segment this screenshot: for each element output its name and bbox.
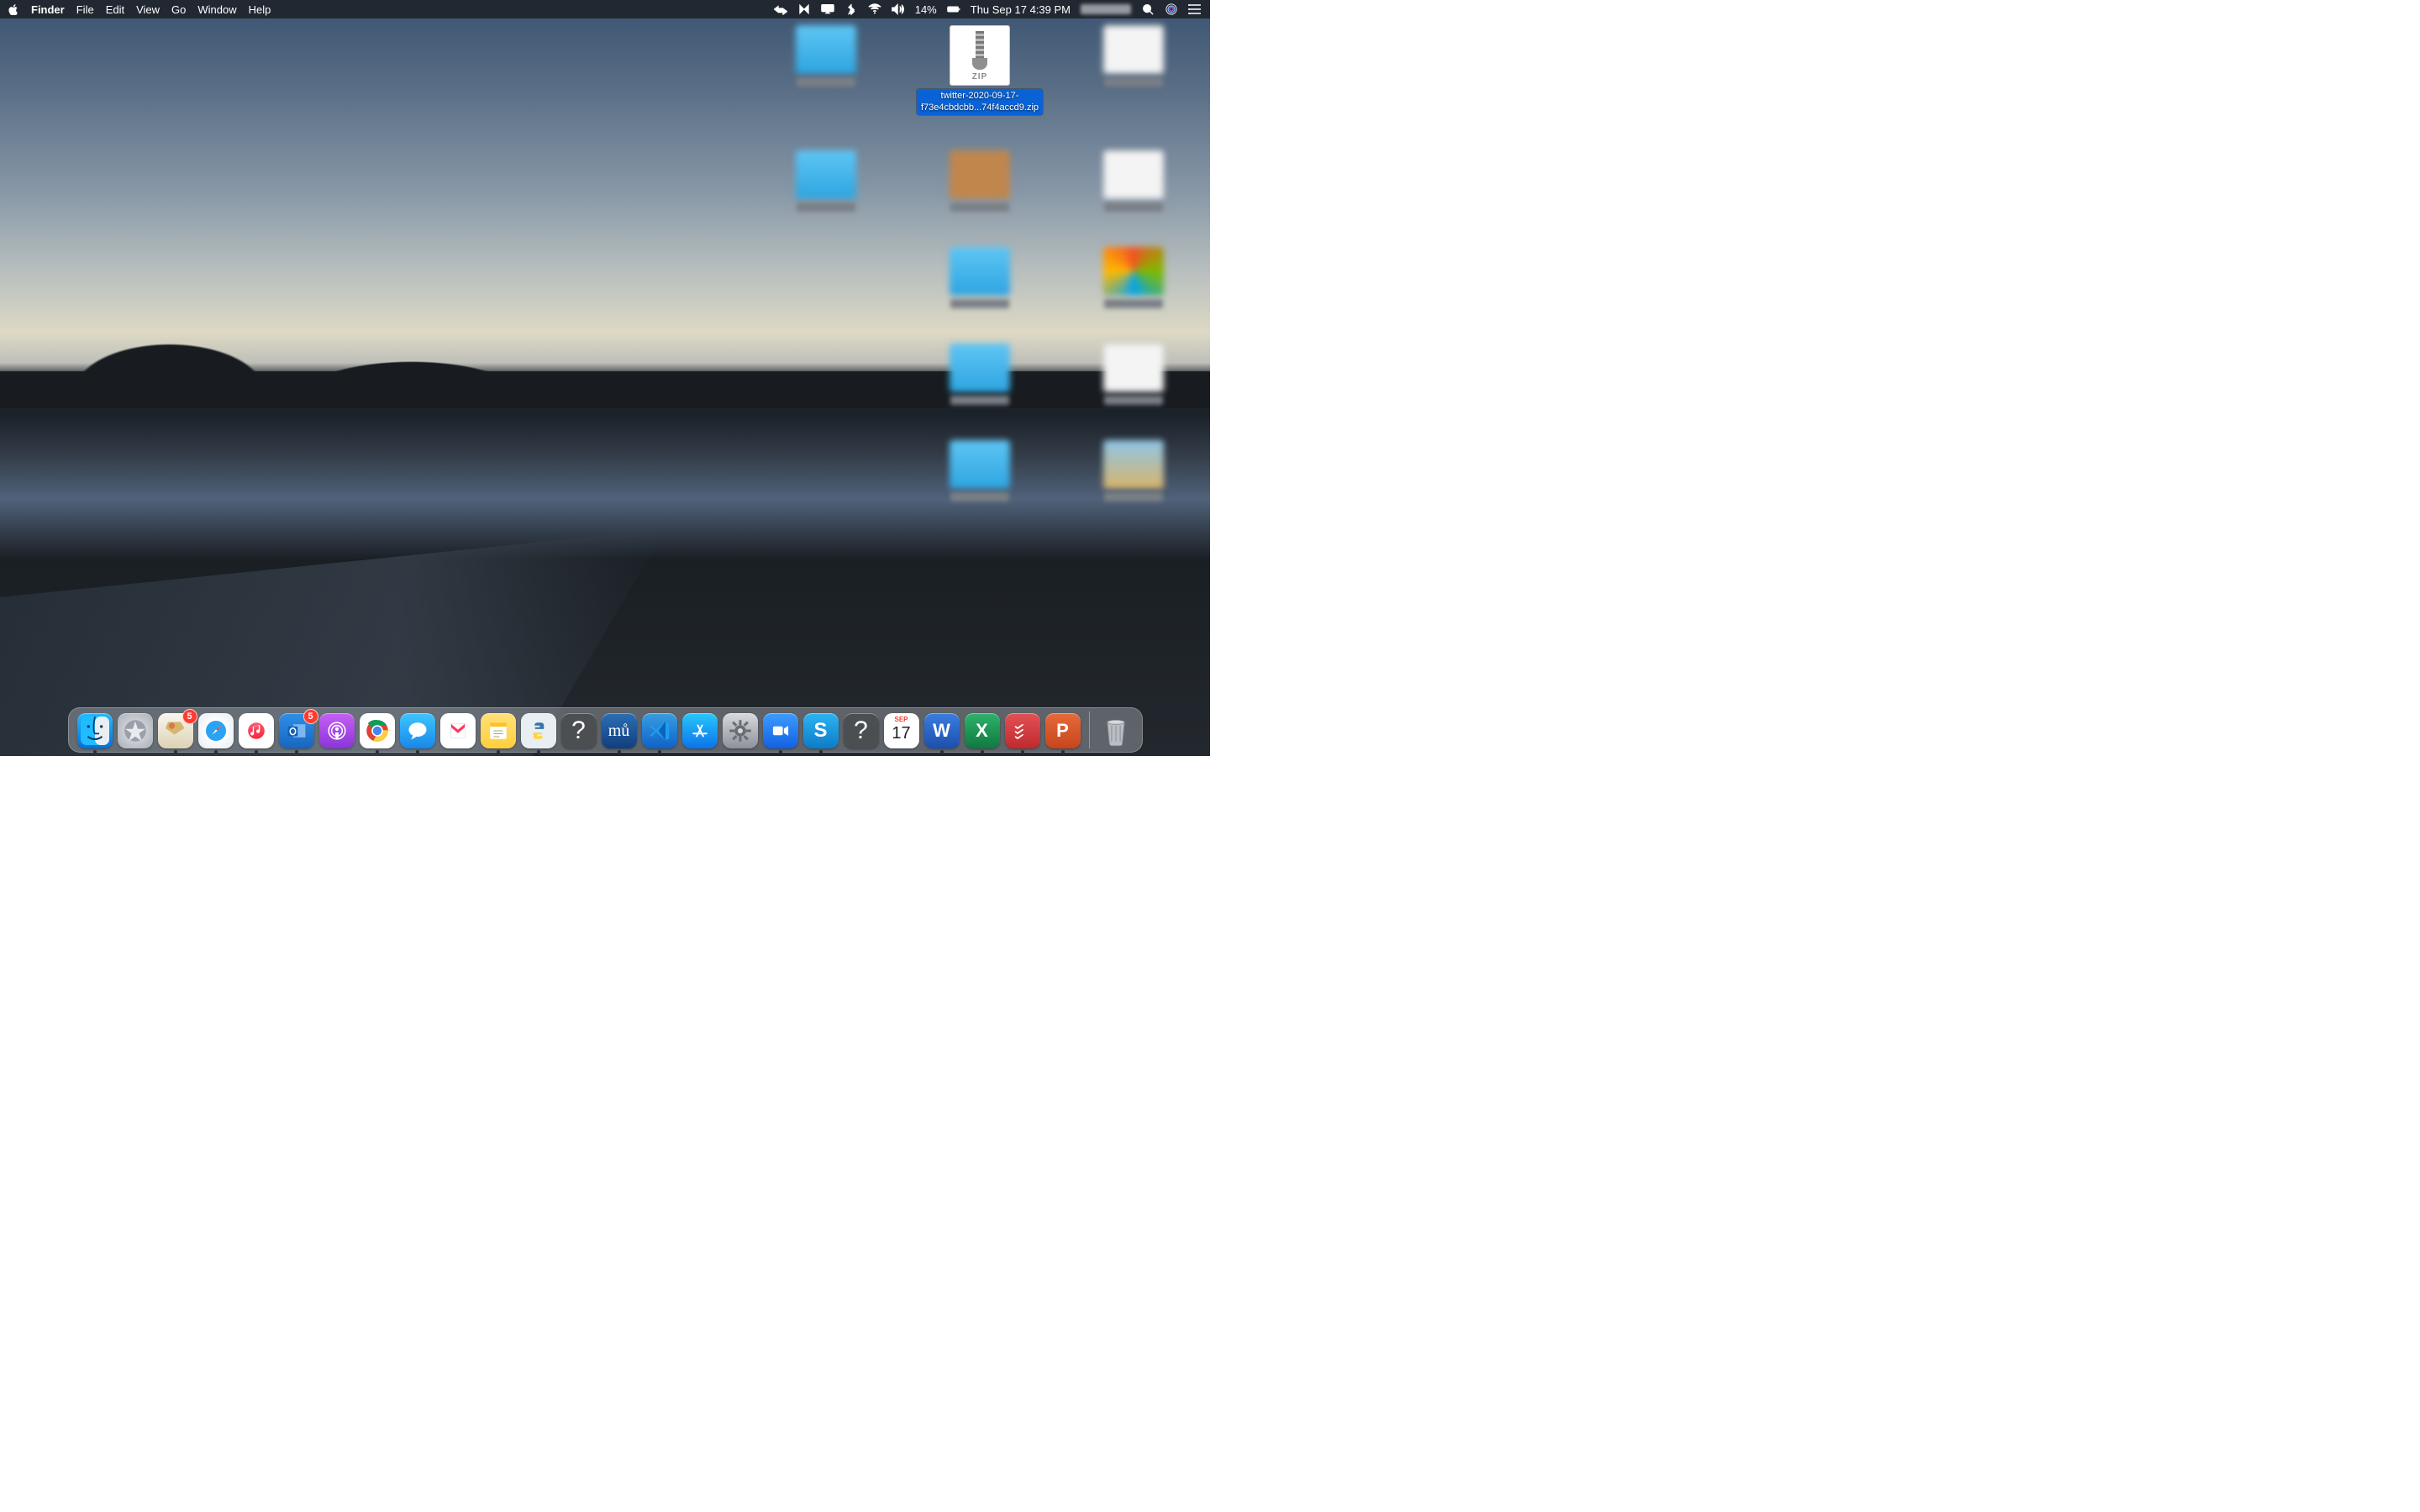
menu-file[interactable]: File xyxy=(76,3,94,16)
dock-app-python-idle[interactable] xyxy=(521,713,556,748)
desktop-item-redacted[interactable] xyxy=(915,344,1044,405)
status-airplay-icon[interactable] xyxy=(821,3,834,15)
dock-badge: 5 xyxy=(303,709,318,724)
spotlight-icon[interactable] xyxy=(1141,3,1155,15)
menu-bar: Finder File Edit View Go Window Help 14%… xyxy=(0,0,1210,18)
status-malwarebytes-icon[interactable] xyxy=(797,3,811,15)
menu-window[interactable]: Window xyxy=(197,3,236,16)
dock-trash[interactable] xyxy=(1098,713,1134,748)
desktop-icons: ZIP twitter-2020-09-17-f73e4cbdcbb...74f… xyxy=(761,25,1198,501)
dock: 5 5 ? mů xyxy=(68,707,1143,753)
dock-badge: 5 xyxy=(182,709,197,724)
dock-app-zoom[interactable] xyxy=(763,713,798,748)
dock-app-vscode[interactable] xyxy=(642,713,677,748)
status-bluetooth-icon[interactable] xyxy=(844,3,858,15)
dock-app-podcasts[interactable] xyxy=(319,713,355,748)
desktop-item-redacted[interactable] xyxy=(1070,150,1198,212)
menu-view[interactable]: View xyxy=(136,3,160,16)
dock-app-skype[interactable]: S xyxy=(803,713,839,748)
desktop-item-redacted[interactable] xyxy=(915,150,1044,212)
calendar-day: 17 xyxy=(892,724,910,743)
status-datetime[interactable]: Thu Sep 17 4:39 PM xyxy=(971,3,1071,16)
dock-app-powerpoint[interactable]: P xyxy=(1045,713,1081,748)
menu-help[interactable]: Help xyxy=(249,3,271,16)
desktop-item-redacted[interactable] xyxy=(1070,247,1198,308)
dock-app-unknown[interactable]: ? xyxy=(561,713,597,748)
desktop-item-redacted[interactable] xyxy=(761,25,890,115)
dock-app-messages[interactable] xyxy=(400,713,435,748)
active-app-name[interactable]: Finder xyxy=(31,3,65,16)
dock-app-finder[interactable] xyxy=(77,713,113,748)
status-username-redacted xyxy=(1081,4,1131,14)
desktop-item-redacted[interactable] xyxy=(1070,344,1198,405)
dock-app-music[interactable] xyxy=(239,713,274,748)
dock-app-todoist[interactable] xyxy=(1005,713,1040,748)
menu-edit[interactable]: Edit xyxy=(106,3,124,16)
dock-app-unknown[interactable]: ? xyxy=(844,713,879,748)
apple-menu-icon[interactable] xyxy=(8,4,19,15)
dock-app-word[interactable]: W xyxy=(924,713,960,748)
dock-app-launchpad[interactable] xyxy=(118,713,153,748)
dock-app-notes[interactable] xyxy=(481,713,516,748)
dock-app-appstore[interactable] xyxy=(682,713,718,748)
dock-app-excel[interactable]: X xyxy=(965,713,1000,748)
notification-center-icon[interactable] xyxy=(1188,3,1202,15)
dock-app-news[interactable] xyxy=(440,713,476,748)
zip-file-icon: ZIP xyxy=(950,25,1010,86)
desktop-item-redacted[interactable] xyxy=(761,150,890,212)
siri-icon[interactable] xyxy=(1165,3,1178,15)
status-battery-percent: 14% xyxy=(915,3,937,16)
dock-app-system-preferences[interactable] xyxy=(723,713,758,748)
dock-app-calendar[interactable]: SEP 17 xyxy=(884,713,919,748)
status-battery-icon[interactable] xyxy=(947,3,960,15)
desktop-item-twitter-zip[interactable]: ZIP twitter-2020-09-17-f73e4cbdcbb...74f… xyxy=(915,25,1044,115)
desktop-item-redacted[interactable] xyxy=(915,440,1044,501)
dock-app-chrome[interactable] xyxy=(360,713,395,748)
desktop-item-redacted[interactable] xyxy=(1070,25,1198,115)
status-sync-icon[interactable] xyxy=(774,3,787,15)
calendar-month: SEP xyxy=(894,716,908,723)
desktop-item-redacted[interactable] xyxy=(1070,440,1198,501)
dock-app-safari[interactable] xyxy=(198,713,234,748)
dock-separator xyxy=(1089,711,1090,748)
status-wifi-icon[interactable] xyxy=(868,3,881,15)
dock-app-outlook[interactable]: 5 xyxy=(279,713,314,748)
menu-go[interactable]: Go xyxy=(171,3,186,16)
dock-app-musescore[interactable]: mů xyxy=(602,713,637,748)
dock-app-mail[interactable]: 5 xyxy=(158,713,193,748)
status-volume-icon[interactable] xyxy=(892,3,905,15)
desktop-item-redacted[interactable] xyxy=(915,247,1044,308)
desktop-item-label: twitter-2020-09-17-f73e4cbdcbb...74f4acc… xyxy=(917,89,1043,115)
